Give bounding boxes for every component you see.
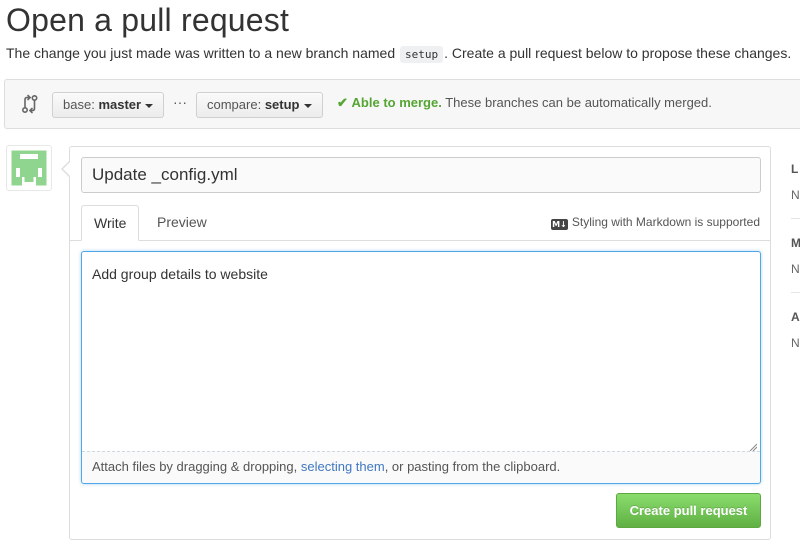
- file-attach-bar[interactable]: Attach files by dragging & dropping, sel…: [82, 451, 760, 483]
- sidebar-value: N: [791, 188, 800, 202]
- merge-status: ✔ Able to merge. These branches can be a…: [337, 95, 712, 111]
- branch-name-code: setup: [400, 46, 444, 63]
- compare-prefix: compare:: [207, 97, 262, 112]
- sidebar-heading-assignees[interactable]: A: [791, 310, 800, 324]
- sidebar-heading-reviewers[interactable]: L: [791, 162, 798, 176]
- base-branch-name: master: [98, 97, 142, 112]
- merge-status-detail: These branches can be automatically merg…: [445, 95, 712, 110]
- check-icon: ✔: [337, 95, 348, 110]
- sidebar-value: N: [791, 262, 800, 276]
- resize-handle-icon[interactable]: [749, 438, 758, 452]
- sidebar: L N M N A N: [784, 150, 800, 540]
- identicon: [11, 150, 47, 186]
- sidebar-divider: [791, 218, 800, 219]
- tab-write[interactable]: Write: [81, 205, 140, 241]
- base-branch-select[interactable]: base: master: [52, 92, 165, 118]
- create-pull-request-button[interactable]: Create pull request: [616, 493, 761, 528]
- base-prefix: base:: [63, 97, 95, 112]
- pr-body-text: Add group details to website: [92, 266, 268, 282]
- page-subtitle: The change you just made was written to …: [6, 45, 792, 63]
- markdown-help-link[interactable]: M↓ Styling with Markdown is supported: [550, 215, 760, 230]
- merge-status-label: Able to merge.: [351, 95, 442, 110]
- subtitle-text-end: . Create a pull request below to propose…: [444, 45, 792, 61]
- chevron-down-icon: [303, 103, 312, 108]
- avatar[interactable]: [6, 145, 52, 191]
- select-files-link[interactable]: selecting them: [301, 459, 385, 474]
- compare-branch-name: setup: [264, 97, 300, 112]
- compare-branch-select[interactable]: compare: setup: [196, 92, 323, 118]
- markdown-icon: M↓: [550, 219, 568, 230]
- git-compare-icon: [21, 94, 39, 114]
- branch-compare-bar: base: master ··· compare: setup ✔ Able t…: [4, 79, 800, 129]
- ellipsis-separator: ···: [173, 94, 187, 110]
- chevron-down-icon: [145, 103, 154, 108]
- attach-text-end: , or pasting from the clipboard.: [384, 459, 561, 474]
- page-title: Open a pull request: [6, 2, 290, 38]
- sidebar-divider: [791, 292, 800, 293]
- markdown-note-text: Styling with Markdown is supported: [571, 215, 760, 229]
- pr-title-input[interactable]: [81, 157, 761, 193]
- tab-preview[interactable]: Preview: [145, 205, 219, 241]
- sidebar-value: N: [791, 336, 800, 350]
- subtitle-text: The change you just made was written to …: [6, 45, 396, 61]
- attach-text: Attach files by dragging & dropping,: [92, 459, 301, 474]
- sidebar-heading-milestone[interactable]: M: [791, 236, 800, 250]
- pr-body-textarea[interactable]: Add group details to website Attach file…: [81, 251, 761, 484]
- pull-request-form: Write Preview M↓Styling with Markdown is…: [61, 146, 771, 540]
